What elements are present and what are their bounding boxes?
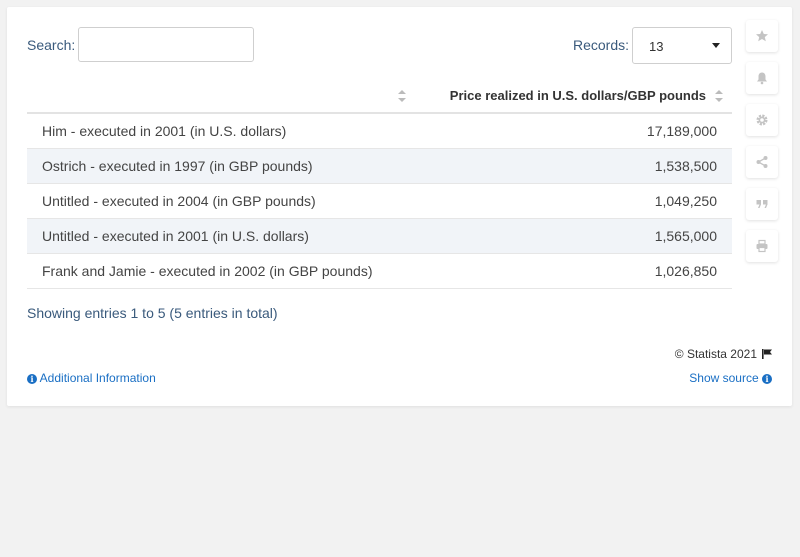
- row-value: 1,538,500: [415, 148, 732, 184]
- row-value: 17,189,000: [415, 113, 732, 149]
- info-icon: i: [27, 374, 37, 384]
- records-label: Records:: [573, 37, 630, 53]
- notification-button[interactable]: [746, 62, 778, 94]
- gear-icon: [756, 114, 768, 126]
- row-value: 1,565,000: [415, 218, 732, 254]
- row-name: Untitled - executed in 2001 (in U.S. dol…: [27, 218, 416, 254]
- statistic-card: Search: Records: 13 Price realized in U.…: [7, 7, 792, 406]
- additional-information-link[interactable]: i Additional Information: [27, 371, 156, 385]
- records-select[interactable]: 13: [632, 27, 732, 64]
- bell-icon: [757, 72, 767, 85]
- print-button[interactable]: [746, 230, 778, 262]
- show-source-link[interactable]: Show source i: [689, 371, 772, 385]
- table-row: Ostrich - executed in 1997 (in GBP pound…: [27, 148, 732, 184]
- side-toolbar: [746, 20, 778, 272]
- entries-summary: Showing entries 1 to 5 (5 entries in tot…: [27, 305, 278, 321]
- column-header-price[interactable]: Price realized in U.S. dollars/GBP pound…: [415, 79, 732, 114]
- table-header-row: Price realized in U.S. dollars/GBP pound…: [27, 79, 732, 114]
- copyright: © Statista 2021: [675, 347, 772, 361]
- sort-icon[interactable]: [715, 90, 723, 102]
- sort-icon[interactable]: [398, 90, 407, 102]
- search-input[interactable]: [78, 27, 254, 62]
- row-name: Ostrich - executed in 1997 (in GBP pound…: [27, 148, 416, 184]
- records-value: 13: [649, 39, 664, 54]
- row-name: Frank and Jamie - executed in 2002 (in G…: [27, 253, 416, 289]
- column-header-price-label: Price realized in U.S. dollars/GBP pound…: [449, 88, 706, 103]
- share-button[interactable]: [746, 146, 778, 178]
- cite-button[interactable]: [746, 188, 778, 220]
- table-row: Untitled - executed in 2004 (in GBP poun…: [27, 183, 732, 219]
- row-name: Untitled - executed in 2004 (in GBP poun…: [27, 183, 416, 219]
- row-name: Him - executed in 2001 (in U.S. dollars): [27, 113, 416, 149]
- settings-button[interactable]: [746, 104, 778, 136]
- info-icon: i: [762, 374, 772, 384]
- row-value: 1,026,850: [415, 253, 732, 289]
- column-header-name[interactable]: [27, 79, 416, 114]
- share-icon: [756, 156, 768, 168]
- flag-icon[interactable]: [762, 349, 772, 359]
- print-icon: [756, 239, 768, 253]
- table-row: Untitled - executed in 2001 (in U.S. dol…: [27, 218, 732, 254]
- copyright-text: © Statista 2021: [674, 347, 757, 361]
- chevron-down-icon: [712, 43, 720, 48]
- quote-icon: [756, 200, 768, 208]
- show-source-label: Show source: [689, 371, 759, 385]
- star-icon: [756, 30, 768, 42]
- additional-information-label: Additional Information: [39, 371, 156, 385]
- search-label: Search:: [27, 37, 76, 53]
- data-table: Price realized in U.S. dollars/GBP pound…: [27, 79, 732, 289]
- row-value: 1,049,250: [415, 183, 732, 219]
- table-row: Frank and Jamie - executed in 2002 (in G…: [27, 253, 732, 289]
- table-row: Him - executed in 2001 (in U.S. dollars)…: [27, 113, 732, 149]
- favorite-button[interactable]: [746, 20, 778, 52]
